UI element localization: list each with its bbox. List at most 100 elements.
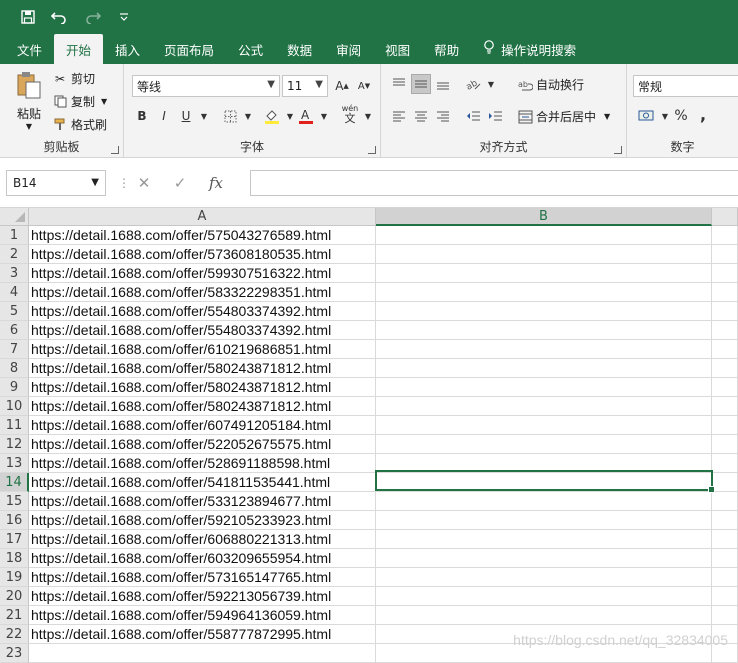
cell-c[interactable] xyxy=(712,283,738,302)
row-header[interactable]: 11 xyxy=(0,416,29,435)
phonetic-dropdown-icon[interactable]: ▼ xyxy=(358,106,378,126)
cell-b[interactable] xyxy=(376,492,712,511)
cell-b[interactable] xyxy=(376,245,712,264)
cell-c[interactable] xyxy=(712,378,738,397)
tab-data[interactable]: 数据 xyxy=(275,34,324,64)
format-painter-button[interactable]: 格式刷 xyxy=(52,116,107,133)
column-header-b[interactable]: B xyxy=(376,208,712,226)
cell-b[interactable] xyxy=(376,302,712,321)
row-header[interactable]: 2 xyxy=(0,245,29,264)
cut-button[interactable]: ✂ 剪切 xyxy=(52,70,95,87)
column-header-c[interactable] xyxy=(712,208,738,226)
row-header[interactable]: 1 xyxy=(0,226,29,245)
tab-home[interactable]: 开始 xyxy=(54,34,104,64)
tab-insert[interactable]: 插入 xyxy=(103,34,152,64)
italic-icon[interactable]: I xyxy=(154,106,174,126)
merge-center-button[interactable]: 合并后居中 ▼ xyxy=(517,108,610,125)
tab-formulas[interactable]: 公式 xyxy=(226,34,275,64)
cell-b[interactable] xyxy=(376,530,712,549)
cell-b[interactable] xyxy=(376,435,712,454)
cell-a[interactable]: https://detail.1688.com/offer/5922130567… xyxy=(29,587,376,606)
save-icon[interactable] xyxy=(14,0,42,34)
cell-c[interactable] xyxy=(712,321,738,340)
cell-a[interactable]: https://detail.1688.com/offer/5548033743… xyxy=(29,302,376,321)
row-header[interactable]: 13 xyxy=(0,454,29,473)
cell-c[interactable] xyxy=(712,587,738,606)
align-middle-icon[interactable] xyxy=(411,74,431,94)
increase-font-size-icon[interactable]: A ▲ xyxy=(332,76,352,96)
row-header[interactable]: 18 xyxy=(0,549,29,568)
font-name-select[interactable]: 等线 ▼ xyxy=(132,75,280,97)
cell-a[interactable]: https://detail.1688.com/offer/6068802213… xyxy=(29,530,376,549)
wrap-text-button[interactable]: ab 自动换行 xyxy=(517,76,585,93)
underline-dropdown-icon[interactable]: ▼ xyxy=(194,106,214,126)
cell-b[interactable] xyxy=(376,283,712,302)
cell-a[interactable]: https://detail.1688.com/offer/5286911885… xyxy=(29,454,376,473)
cell-a[interactable] xyxy=(29,644,376,663)
cell-a[interactable]: https://detail.1688.com/offer/5802438718… xyxy=(29,359,376,378)
row-header[interactable]: 20 xyxy=(0,587,29,606)
cell-a[interactable]: https://detail.1688.com/offer/5949641360… xyxy=(29,606,376,625)
borders-icon[interactable] xyxy=(220,106,240,126)
cell-a[interactable]: https://detail.1688.com/offer/5731651477… xyxy=(29,568,376,587)
row-header[interactable]: 7 xyxy=(0,340,29,359)
redo-icon[interactable] xyxy=(76,0,110,34)
underline-icon[interactable]: U xyxy=(176,106,196,126)
align-bottom-icon[interactable] xyxy=(433,74,453,94)
row-header[interactable]: 3 xyxy=(0,264,29,283)
font-color-icon[interactable]: A xyxy=(296,106,316,126)
font-color-dropdown-icon[interactable]: ▼ xyxy=(314,106,334,126)
cell-b[interactable] xyxy=(376,587,712,606)
cell-b[interactable] xyxy=(376,397,712,416)
row-header[interactable]: 16 xyxy=(0,511,29,530)
align-center-icon[interactable] xyxy=(411,106,431,126)
cell-a[interactable]: https://detail.1688.com/offer/5833222983… xyxy=(29,283,376,302)
customize-toolbar-icon[interactable] xyxy=(110,0,138,34)
row-header[interactable]: 12 xyxy=(0,435,29,454)
row-header[interactable]: 21 xyxy=(0,606,29,625)
borders-dropdown-icon[interactable]: ▼ xyxy=(238,106,258,126)
cell-c[interactable] xyxy=(712,606,738,625)
cell-c[interactable] xyxy=(712,530,738,549)
cell-c[interactable] xyxy=(712,492,738,511)
row-header[interactable]: 15 xyxy=(0,492,29,511)
row-header[interactable]: 5 xyxy=(0,302,29,321)
orientation-icon[interactable]: ab xyxy=(463,74,483,94)
cell-a[interactable]: https://detail.1688.com/offer/5802438718… xyxy=(29,397,376,416)
row-header[interactable]: 23 xyxy=(0,644,29,663)
cell-c[interactable] xyxy=(712,435,738,454)
cell-a[interactable]: https://detail.1688.com/offer/5331238946… xyxy=(29,492,376,511)
cell-c[interactable] xyxy=(712,568,738,587)
cell-c[interactable] xyxy=(712,397,738,416)
cell-a[interactable]: https://detail.1688.com/offer/5220526755… xyxy=(29,435,376,454)
cell-c[interactable] xyxy=(712,549,738,568)
increase-indent-icon[interactable] xyxy=(485,106,505,126)
cell-c[interactable] xyxy=(712,245,738,264)
tab-page-layout[interactable]: 页面布局 xyxy=(152,34,226,64)
cell-a[interactable]: https://detail.1688.com/offer/6032096559… xyxy=(29,549,376,568)
cell-a[interactable]: https://detail.1688.com/offer/5418115354… xyxy=(29,473,376,492)
cell-b[interactable] xyxy=(376,321,712,340)
cell-c[interactable] xyxy=(712,511,738,530)
row-header[interactable]: 8 xyxy=(0,359,29,378)
row-header[interactable]: 17 xyxy=(0,530,29,549)
splitter-dots-icon[interactable]: ⋮ xyxy=(118,176,130,190)
orientation-dropdown-icon[interactable]: ▼ xyxy=(481,74,501,94)
cell-b[interactable] xyxy=(376,416,712,435)
cell-b[interactable] xyxy=(376,226,712,245)
font-size-select[interactable]: 11 ▼ xyxy=(282,75,328,97)
cell-b[interactable] xyxy=(376,511,712,530)
percent-style-icon[interactable]: % xyxy=(671,106,691,126)
tab-view[interactable]: 视图 xyxy=(373,34,422,64)
paste-button[interactable]: 粘贴 ▼ xyxy=(12,70,46,131)
decrease-font-size-icon[interactable]: A ▼ xyxy=(354,76,374,96)
formula-input[interactable] xyxy=(250,170,738,196)
align-top-icon[interactable] xyxy=(389,74,409,94)
column-header-a[interactable]: A xyxy=(29,208,376,226)
insert-function-icon[interactable]: fx xyxy=(198,174,234,192)
cell-c[interactable] xyxy=(712,416,738,435)
cell-b[interactable] xyxy=(376,264,712,283)
clipboard-launcher-icon[interactable] xyxy=(111,146,119,154)
cell-a[interactable]: https://detail.1688.com/offer/6102196868… xyxy=(29,340,376,359)
row-header[interactable]: 4 xyxy=(0,283,29,302)
